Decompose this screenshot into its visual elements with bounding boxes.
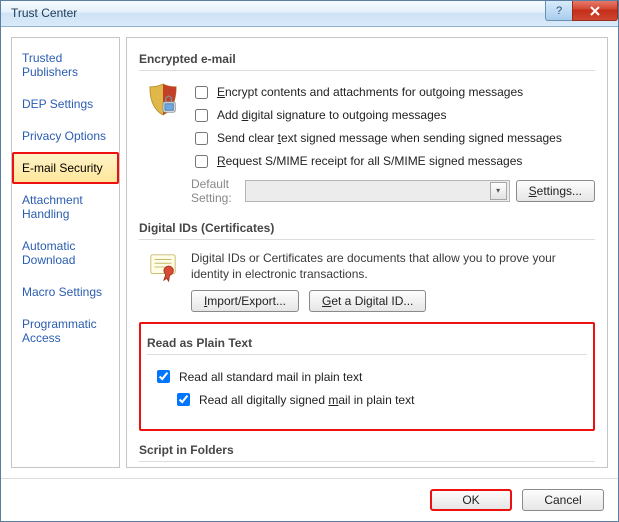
checkbox-label: Read all standard mail in plain text (179, 370, 362, 384)
ok-button[interactable]: OK (430, 489, 512, 511)
checkbox-label: Send clear text signed message when send… (217, 131, 562, 145)
titlebar[interactable]: Trust Center ? (1, 1, 618, 27)
checkbox-label: Read all digitally signed mail in plain … (199, 393, 414, 407)
import-export-button[interactable]: Import/Export... (191, 290, 299, 312)
section-script-title: Script in Folders (139, 437, 595, 462)
trust-center-window: Trust Center ? Trusted Publishers DEP Se… (0, 0, 619, 522)
checkbox-label: Encrypt contents and attachments for out… (217, 85, 523, 99)
checkbox-read-standard-plain[interactable]: Read all standard mail in plain text (153, 365, 587, 388)
sidebar-item-email-security[interactable]: E-mail Security (12, 152, 119, 184)
section-encrypted: Encrypt contents and attachments for out… (139, 79, 595, 215)
sidebar-item-privacy-options[interactable]: Privacy Options (12, 120, 119, 152)
close-button[interactable] (572, 1, 618, 21)
get-digital-id-button[interactable]: Get a Digital ID... (309, 290, 426, 312)
default-setting-combo[interactable]: ▾ (245, 180, 510, 202)
dialog-footer: OK Cancel (1, 478, 618, 521)
help-button[interactable]: ? (545, 1, 573, 21)
settings-panel: Encrypted e-mail Encrypt contents and at… (126, 37, 608, 468)
cancel-button[interactable]: Cancel (522, 489, 604, 511)
checkbox-smime-receipt[interactable]: Request S/MIME receipt for all S/MIME si… (191, 150, 595, 173)
checkbox-label: Add digital signature to outgoing messag… (217, 108, 447, 122)
default-setting-label: Default Setting: (191, 177, 239, 205)
checkbox-encrypt-contents[interactable]: Encrypt contents and attachments for out… (191, 81, 595, 104)
digitalids-text: Digital IDs or Certificates are document… (191, 250, 595, 282)
sidebar: Trusted Publishers DEP Settings Privacy … (11, 37, 120, 468)
checkbox-clear-text[interactable]: Send clear text signed message when send… (191, 127, 595, 150)
checkbox-add-signature[interactable]: Add digital signature to outgoing messag… (191, 104, 595, 127)
certificate-icon (145, 250, 181, 312)
sidebar-item-attachment-handling[interactable]: Attachment Handling (12, 184, 119, 230)
checkbox-input[interactable] (195, 155, 208, 168)
section-plaintext-title: Read as Plain Text (147, 330, 587, 355)
section-digitalids-title: Digital IDs (Certificates) (139, 215, 595, 240)
window-title: Trust Center (11, 6, 77, 20)
checkbox-read-signed-plain[interactable]: Read all digitally signed mail in plain … (173, 388, 587, 411)
checkbox-label: Request S/MIME receipt for all S/MIME si… (217, 154, 522, 168)
sidebar-item-trusted-publishers[interactable]: Trusted Publishers (12, 42, 119, 88)
highlight-read-plain-text: Read as Plain Text Read all standard mai… (139, 322, 595, 431)
chevron-down-icon[interactable]: ▾ (490, 182, 507, 200)
window-buttons: ? (545, 1, 618, 21)
checkbox-input[interactable] (195, 132, 208, 145)
checkbox-input[interactable] (195, 109, 208, 122)
section-encrypted-title: Encrypted e-mail (139, 46, 595, 71)
sidebar-item-automatic-download[interactable]: Automatic Download (12, 230, 119, 276)
content-area: Trusted Publishers DEP Settings Privacy … (1, 27, 618, 478)
sidebar-item-dep-settings[interactable]: DEP Settings (12, 88, 119, 120)
checkbox-input[interactable] (195, 86, 208, 99)
settings-button[interactable]: Settings... (516, 180, 595, 202)
section-digitalids: Digital IDs or Certificates are document… (139, 248, 595, 322)
default-setting-row: Default Setting: ▾ Settings... (191, 177, 595, 205)
sidebar-item-programmatic-access[interactable]: Programmatic Access (12, 308, 119, 354)
checkbox-input[interactable] (177, 393, 190, 406)
sidebar-item-macro-settings[interactable]: Macro Settings (12, 276, 119, 308)
checkbox-input[interactable] (157, 370, 170, 383)
shield-lock-icon (145, 81, 181, 205)
section-plaintext: Read all standard mail in plain text Rea… (147, 363, 587, 421)
